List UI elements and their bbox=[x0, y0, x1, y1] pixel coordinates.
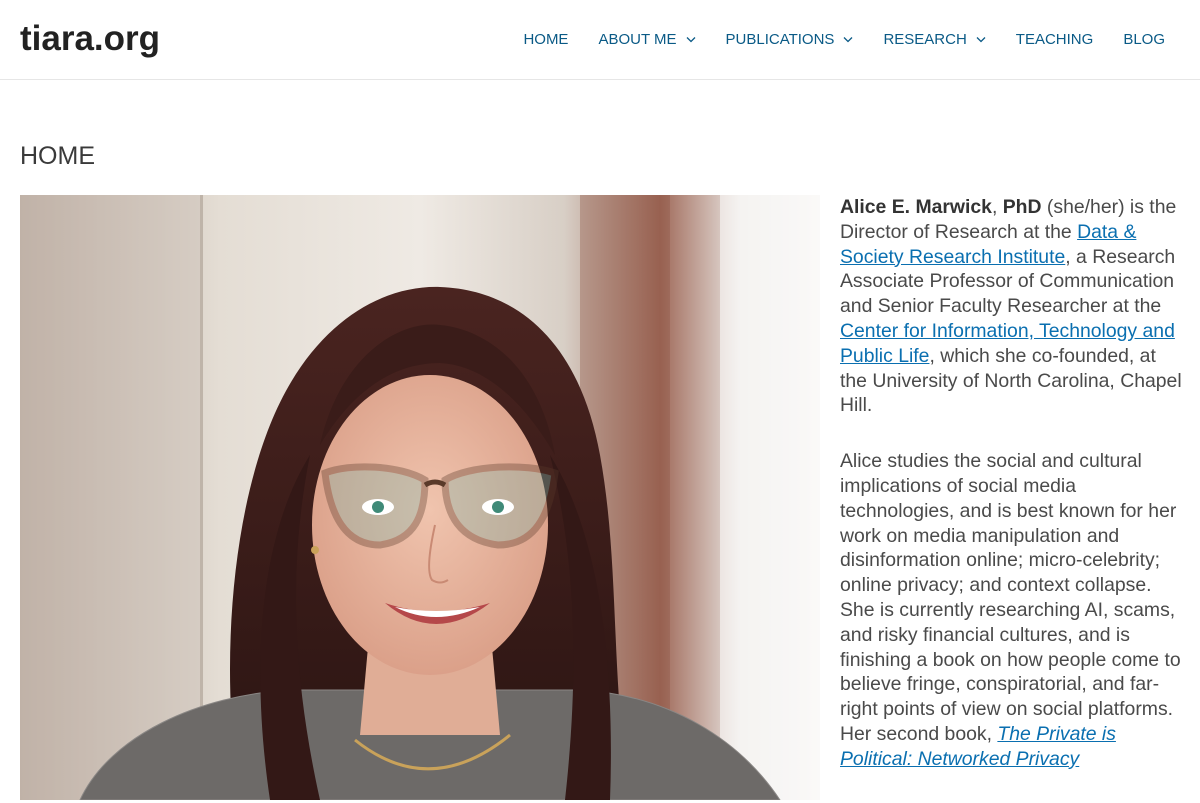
main-nav: HOME ABOUT ME PUBLICATIONS RESEARCH TEAC… bbox=[508, 0, 1180, 79]
nav-item-about-me[interactable]: ABOUT ME bbox=[583, 0, 710, 79]
nav-item-label: ABOUT ME bbox=[598, 31, 677, 48]
nav-item-label: HOME bbox=[523, 31, 569, 48]
page-title: HOME bbox=[20, 142, 95, 170]
nav-item-label: TEACHING bbox=[1015, 31, 1094, 48]
nav-item-research[interactable]: RESEARCH bbox=[868, 0, 1000, 79]
nav-item-label: RESEARCH bbox=[883, 31, 967, 48]
chevron-down-icon[interactable] bbox=[686, 36, 696, 43]
nav-item-publications[interactable]: PUBLICATIONS bbox=[711, 0, 869, 79]
bio-paragraph: Alice studies the social and cultural im… bbox=[840, 449, 1185, 771]
nav-item-teaching[interactable]: TEACHING bbox=[1001, 0, 1109, 79]
nav-item-home[interactable]: HOME bbox=[508, 0, 583, 79]
bio-paragraph: Alice E. Marwick, PhD (she/her) is the D… bbox=[840, 195, 1185, 418]
chevron-down-icon[interactable] bbox=[843, 36, 853, 43]
site-header: tiara.org HOME ABOUT ME PUBLICATIONS RES… bbox=[0, 0, 1200, 80]
site-title[interactable]: tiara.org bbox=[20, 18, 160, 60]
bio-text: Alice E. Marwick, PhD (she/her) is the D… bbox=[840, 195, 1185, 803]
bio-separator: , bbox=[991, 196, 1003, 218]
nav-item-label: PUBLICATIONS bbox=[725, 31, 835, 48]
portrait-photo bbox=[20, 195, 820, 800]
bio-name: Alice E. Marwick bbox=[840, 196, 992, 218]
nav-item-label: BLOG bbox=[1123, 31, 1165, 48]
nav-item-blog[interactable]: BLOG bbox=[1108, 0, 1180, 79]
bio-text-segment: Alice studies the social and cultural im… bbox=[840, 450, 1181, 745]
bio-degree: PhD bbox=[1002, 196, 1042, 218]
chevron-down-icon[interactable] bbox=[976, 36, 986, 43]
